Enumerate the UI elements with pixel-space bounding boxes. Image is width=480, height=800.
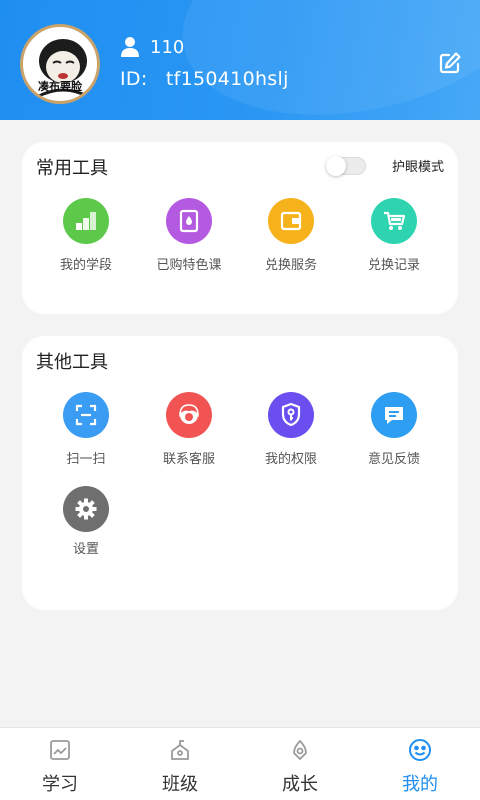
user-count-row: 110 [120,34,184,60]
user-id: ID: tf150410hslj [120,68,289,90]
chat-icon [371,392,417,438]
edit-icon[interactable] [438,51,462,75]
tab-growth[interactable]: 成长 [240,728,360,800]
avatar[interactable]: 凑布要脸 [20,24,100,104]
tool-redeem-records[interactable]: 兑换记录 [344,198,444,273]
scan-icon [63,392,109,438]
toggle-knob [325,155,346,176]
tool-label: 我的学段 [59,258,112,273]
class-icon [168,738,192,766]
profile-header: 凑布要脸 110 ID: tf150410hslj [0,0,480,120]
tool-label: 已购特色课 [156,258,222,273]
tab-label: 学习 [42,774,78,795]
tool-my-grade[interactable]: 我的学段 [36,198,136,273]
study-icon [48,738,72,766]
tab-label: 我的 [402,774,438,795]
common-tools-title: 常用工具 [36,158,108,179]
key-shield-icon [268,392,314,438]
growth-icon [288,738,312,766]
tool-my-permissions[interactable]: 我的权限 [241,392,341,467]
tab-mine[interactable]: 我的 [360,728,480,800]
tool-label: 我的权限 [264,452,317,467]
tool-label: 设置 [72,542,99,557]
tool-customer-service[interactable]: 联系客服 [139,392,239,467]
tool-redeem-service[interactable]: 兑换服务 [241,198,341,273]
tool-label: 扫一扫 [66,452,106,467]
eye-mode-row: 护眼模式 [325,155,444,176]
tool-label: 意见反馈 [367,452,420,467]
user-id-label: ID: [120,68,148,90]
other-tools-title: 其他工具 [36,352,108,373]
avatar-caption: 凑布要脸 [38,80,82,93]
common-tools-card: 常用工具 护眼模式 我的学段 已购特色课 兑换服务 兑换记录 [22,142,458,314]
tool-label: 兑换记录 [367,258,420,273]
bottom-tab-bar: 学习 班级 成长 我的 [0,727,480,800]
tool-purchased-courses[interactable]: 已购特色课 [139,198,239,273]
tool-label: 兑换服务 [264,258,317,273]
wallet-icon [268,198,314,244]
tab-label: 班级 [162,774,198,795]
book-icon [166,198,212,244]
other-tools-card: 其他工具 扫一扫 联系客服 我的权限 意见反馈 设置 [22,336,458,610]
eye-mode-toggle[interactable] [325,155,366,176]
gear-icon [63,486,109,532]
smiley-icon [408,738,432,766]
tab-study[interactable]: 学习 [0,728,120,800]
tool-label: 联系客服 [162,452,215,467]
stairs-icon [63,198,109,244]
customer-service-icon [166,392,212,438]
user-id-value: tf150410hslj [165,68,289,90]
eye-mode-label: 护眼模式 [391,160,444,175]
tab-label: 成长 [282,774,318,795]
tab-class[interactable]: 班级 [120,728,240,800]
tool-scan[interactable]: 扫一扫 [36,392,136,467]
cart-icon [371,198,417,244]
user-icon [120,36,140,58]
user-count: 110 [150,36,185,58]
tool-feedback[interactable]: 意见反馈 [344,392,444,467]
tool-settings[interactable]: 设置 [36,486,136,557]
